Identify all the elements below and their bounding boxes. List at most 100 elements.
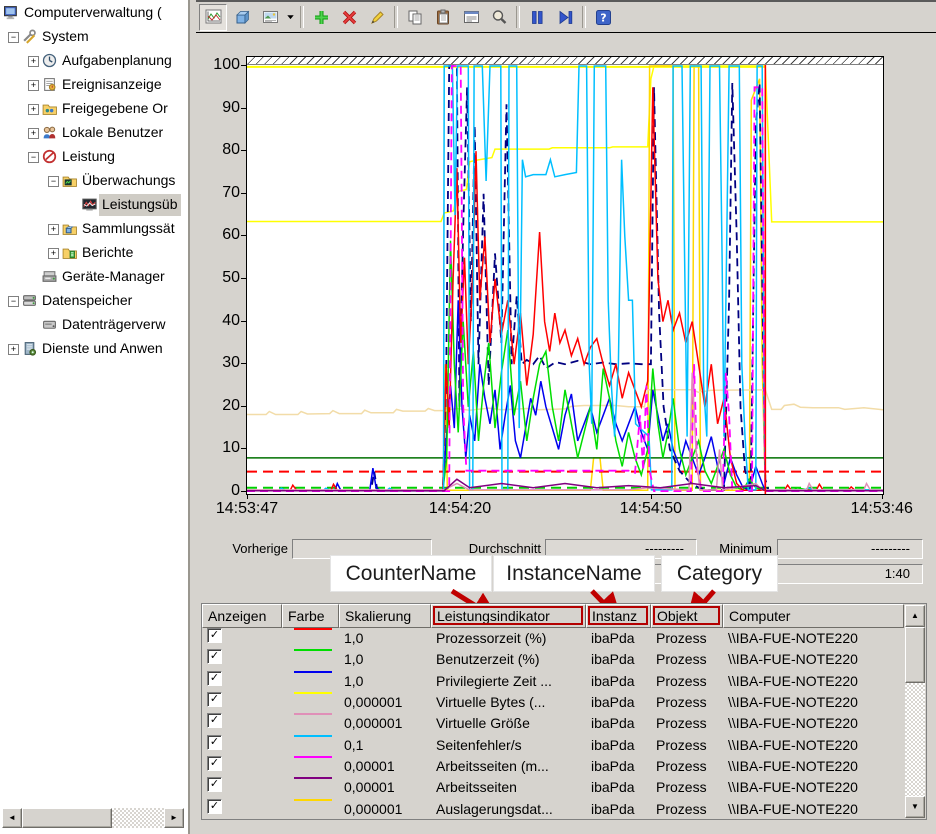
highlight-button[interactable]: [364, 5, 390, 30]
show-counter-checkbox[interactable]: ✓: [207, 692, 222, 707]
instance-cell: ibaPda: [586, 777, 651, 798]
expand-icon[interactable]: +: [28, 80, 39, 91]
histogram-view-button[interactable]: [229, 5, 255, 30]
expand-icon[interactable]: +: [28, 104, 39, 115]
show-counter-checkbox[interactable]: ✓: [207, 649, 222, 664]
table-vscroll-down-arrow[interactable]: ▼: [905, 796, 925, 818]
tree-item-leistungsüb[interactable]: Leistungsüb: [0, 194, 188, 216]
collapse-icon[interactable]: −: [48, 176, 59, 187]
add-counter-button[interactable]: [308, 5, 334, 30]
collapse-icon[interactable]: −: [8, 32, 19, 43]
scale-cell: 0,000001: [339, 799, 431, 820]
tree-item-label[interactable]: Dienste und Anwen: [39, 338, 166, 360]
tree-item-label[interactable]: Leistung: [59, 146, 118, 168]
freeze-display-button[interactable]: [524, 5, 550, 30]
y-axis-label: 0: [202, 482, 240, 500]
tree-item-label[interactable]: Lokale Benutzer: [59, 122, 166, 144]
system-tools-icon: [22, 29, 37, 44]
object-cell: Prozess: [651, 735, 723, 756]
update-data-button[interactable]: [552, 5, 578, 30]
tree-item-datenträgerverw[interactable]: Datenträgerverw: [0, 314, 188, 336]
counter-name-cell: Arbeitsseiten: [431, 777, 586, 798]
tree-hscroll-right-arrow[interactable]: ►: [164, 808, 184, 828]
counter-row-5[interactable]: ✓0,000001Virtuelle GrößeibaPdaProzess\\I…: [202, 713, 904, 734]
tree-item-lokale-benutzer[interactable]: + Lokale Benutzer: [0, 122, 188, 144]
tree-item-label[interactable]: System: [39, 26, 92, 48]
tree-item-label[interactable]: Geräte-Manager: [59, 266, 168, 288]
counter-row-9[interactable]: ✓0,000001Auslagerungsdat...ibaPdaProzess…: [202, 798, 904, 819]
tree-item-computerverwaltung[interactable]: Computerverwaltung (: [0, 2, 188, 24]
tree-item-label[interactable]: Aufgabenplanung: [59, 50, 175, 72]
tree-item-label[interactable]: Leistungsüb: [99, 194, 181, 216]
show-counter-checkbox[interactable]: ✓: [207, 628, 222, 643]
counter-color-swatch: [294, 799, 332, 801]
counter-row-6[interactable]: ✓0,1Seitenfehler/sibaPdaProzess\\IBA-FUE…: [202, 735, 904, 756]
console-tree-panel: Computerverwaltung (−System+Aufgabenplan…: [0, 0, 190, 834]
expand-icon[interactable]: +: [48, 224, 59, 235]
show-counter-checkbox[interactable]: ✓: [207, 799, 222, 814]
table-vscroll-thumb[interactable]: [905, 627, 925, 683]
expand-icon[interactable]: +: [28, 56, 39, 67]
counter-row-7[interactable]: ✓0,00001Arbeitsseiten (m...ibaPdaProzess…: [202, 756, 904, 777]
chart-view-button[interactable]: [199, 4, 227, 31]
column-header-objekt[interactable]: Objekt: [651, 604, 723, 628]
tree-item-freigegebene-or[interactable]: + Freigegebene Or: [0, 98, 188, 120]
tree-item-ereignisanzeige[interactable]: + Ereignisanzeige: [0, 74, 188, 96]
table-vscroll-up-arrow[interactable]: ▲: [905, 605, 925, 627]
show-counter-checkbox[interactable]: ✓: [207, 713, 222, 728]
tree-item-label[interactable]: Sammlungssät: [79, 218, 178, 240]
color-cell: [282, 692, 339, 713]
tree-item-label[interactable]: Datenspeicher: [39, 290, 135, 312]
tree-item-datenspeicher[interactable]: − Datenspeicher: [0, 290, 188, 312]
tree-item-aufgabenplanung[interactable]: + Aufgabenplanung: [0, 50, 188, 72]
tree-item-berichte[interactable]: + Berichte: [0, 242, 188, 264]
show-counter-checkbox[interactable]: ✓: [207, 756, 222, 771]
tree-hscroll-thumb[interactable]: [22, 808, 112, 828]
view-dropdown-button[interactable]: [284, 5, 297, 30]
copy-properties-button[interactable]: [402, 5, 428, 30]
tree-item-geräte-manager[interactable]: Geräte-Manager: [0, 266, 188, 288]
tree-item-sammlungssät[interactable]: + Sammlungssät: [0, 218, 188, 240]
tree-hscroll-left-arrow[interactable]: ◄: [2, 808, 22, 828]
counter-row-4[interactable]: ✓0,000001Virtuelle Bytes (...ibaPdaProze…: [202, 692, 904, 713]
report-view-button[interactable]: [257, 5, 283, 30]
tree-item-label[interactable]: Freigegebene Or: [59, 98, 171, 120]
counter-row-8[interactable]: ✓0,00001ArbeitsseitenibaPdaProzess\\IBA-…: [202, 777, 904, 798]
zoom-button[interactable]: [486, 5, 512, 30]
tree-item-dienste-und-anwen[interactable]: + Dienste und Anwen: [0, 338, 188, 360]
tree-item-system[interactable]: − System: [0, 26, 188, 48]
column-header-computer[interactable]: Computer: [723, 604, 904, 628]
properties-button[interactable]: [458, 5, 484, 30]
show-counter-checkbox[interactable]: ✓: [207, 735, 222, 750]
column-header-instanz[interactable]: Instanz: [586, 604, 651, 628]
expand-icon[interactable]: +: [28, 128, 39, 139]
tree-item-label[interactable]: Datenträgerverw: [59, 314, 169, 336]
tree-item-label[interactable]: Ereignisanzeige: [59, 74, 165, 96]
delete-counter-button[interactable]: [336, 5, 362, 30]
counter-row-1[interactable]: ✓1,0Prozessorzeit (%)ibaPdaProzess\\IBA-…: [202, 628, 904, 649]
help-button[interactable]: ?: [590, 5, 616, 30]
tree-item-label[interactable]: Überwachungs: [79, 170, 178, 192]
paste-counter-list-button[interactable]: [430, 5, 456, 30]
column-header-anzeigen[interactable]: Anzeigen: [202, 604, 282, 628]
column-header-skalierung[interactable]: Skalierung: [339, 604, 431, 628]
column-header-farbe[interactable]: Farbe: [282, 604, 339, 628]
collapse-icon[interactable]: −: [28, 152, 39, 163]
scale-cell: 0,00001: [339, 777, 431, 798]
collapse-icon[interactable]: −: [8, 296, 19, 307]
task-scheduler-icon: [42, 53, 57, 68]
show-counter-checkbox[interactable]: ✓: [207, 671, 222, 686]
tree-item-überwachungs[interactable]: − Überwachungs: [0, 170, 188, 192]
tree-item-leistung[interactable]: − Leistung: [0, 146, 188, 168]
column-header-leistungsindikator[interactable]: Leistungsindikator: [431, 604, 586, 628]
counter-row-3[interactable]: ✓1,0Privilegierte Zeit ...ibaPdaProzess\…: [202, 671, 904, 692]
expand-icon[interactable]: +: [48, 248, 59, 259]
show-counter-checkbox[interactable]: ✓: [207, 777, 222, 792]
counter-row-2[interactable]: ✓1,0Benutzerzeit (%)ibaPdaProzess\\IBA-F…: [202, 649, 904, 670]
collector-sets-folder-icon: [62, 221, 77, 236]
tree-item-label[interactable]: Berichte: [79, 242, 136, 264]
tree-item-label[interactable]: Computerverwaltung (: [21, 2, 165, 24]
instance-cell: ibaPda: [586, 756, 651, 777]
computer-management-window: Computerverwaltung (−System+Aufgabenplan…: [0, 0, 936, 834]
expand-icon[interactable]: +: [8, 344, 19, 355]
